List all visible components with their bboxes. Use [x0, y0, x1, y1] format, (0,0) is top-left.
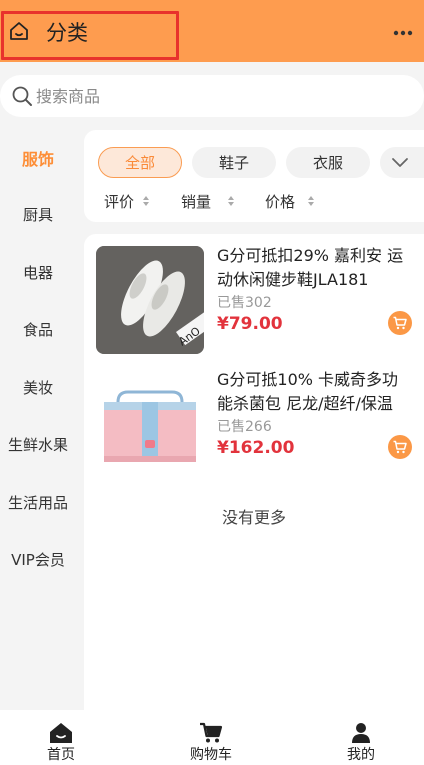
sort-rating-label: 评价 — [104, 192, 135, 211]
sidebar-item-daily-goods[interactable]: 生活用品 — [0, 474, 76, 531]
product-image-sneakers[interactable]: AnO — [96, 246, 204, 354]
product-item[interactable]: G分可抵10% 卡威奇多功能杀菌包 尼龙/超纤/保温 已售266 ¥162.00 — [84, 358, 424, 478]
chevron-down-icon[interactable] — [391, 157, 409, 169]
tab-cart-label: 购物车 — [190, 747, 232, 763]
cart-icon — [393, 316, 407, 330]
sort-sales[interactable]: 销量 — [181, 190, 235, 212]
search-bar[interactable] — [0, 75, 424, 117]
product-title[interactable]: G分可抵10% 卡威奇多功能杀菌包 尼龙/超纤/保温 — [217, 368, 413, 416]
cart-icon — [393, 440, 407, 454]
cart-icon — [200, 722, 223, 743]
page-title: 分类 — [46, 21, 88, 45]
sidebar-item-kitchenware[interactable]: 厨具 — [0, 186, 76, 243]
product-sold-count: 已售302 — [217, 295, 272, 311]
chip-all[interactable]: 全部 — [98, 147, 182, 178]
sidebar-item-apparel[interactable]: 服饰 — [0, 129, 76, 186]
tab-home-label: 首页 — [47, 747, 75, 763]
add-to-cart-button[interactable] — [388, 435, 412, 459]
search-input[interactable] — [36, 83, 396, 109]
product-image-sterilizer-bag[interactable] — [96, 370, 204, 478]
product-list: AnO G分可抵扣29% 嘉利安 运动休闲健步鞋JLA181 已售302 ¥79… — [84, 234, 424, 710]
user-icon — [352, 723, 370, 743]
home-filled-icon — [50, 723, 72, 743]
tab-home[interactable]: 首页 — [16, 710, 106, 765]
sidebar-item-vip[interactable]: VIP会员 — [0, 531, 76, 588]
category-sidebar: 服饰 厨具 电器 食品 美妆 生鲜水果 生活用品 VIP会员 — [0, 128, 84, 710]
tab-profile-label: 我的 — [347, 747, 375, 763]
sidebar-item-cosmetics[interactable]: 美妆 — [0, 359, 76, 416]
sort-price[interactable]: 价格 — [265, 190, 315, 212]
product-sold-count: 已售266 — [217, 419, 272, 435]
sort-rating[interactable]: 评价 — [104, 190, 150, 212]
sort-arrows-icon — [228, 196, 235, 206]
filter-panel: 全部 鞋子 衣服 评价 销量 价格 — [84, 130, 424, 222]
sort-price-label: 价格 — [265, 192, 296, 211]
home-icon[interactable] — [8, 20, 30, 42]
product-price: ¥162.00 — [217, 438, 295, 458]
tab-profile[interactable]: 我的 — [316, 710, 406, 765]
product-item[interactable]: AnO G分可抵扣29% 嘉利安 运动休闲健步鞋JLA181 已售302 ¥79… — [84, 234, 424, 354]
sort-sales-label: 销量 — [181, 192, 212, 211]
tab-cart[interactable]: 购物车 — [166, 710, 256, 765]
sidebar-item-appliances[interactable]: 电器 — [0, 244, 76, 301]
product-title[interactable]: G分可抵扣29% 嘉利安 运动休闲健步鞋JLA181 — [217, 244, 413, 292]
list-end-text: 没有更多 — [221, 508, 286, 527]
chip-clothes[interactable]: 衣服 — [286, 147, 370, 178]
sidebar-item-food[interactable]: 食品 — [0, 301, 76, 358]
chip-shoes[interactable]: 鞋子 — [192, 147, 276, 178]
sort-arrows-icon — [143, 196, 150, 206]
top-header: 分类 — [0, 0, 424, 62]
more-icon[interactable] — [393, 30, 413, 36]
sidebar-item-fresh-fruit[interactable]: 生鲜水果 — [0, 416, 76, 473]
product-price: ¥79.00 — [217, 314, 283, 334]
search-icon — [12, 86, 32, 106]
bottom-tab-bar: 首页 购物车 我的 — [0, 710, 424, 765]
sort-arrows-icon — [308, 196, 315, 206]
add-to-cart-button[interactable] — [388, 311, 412, 335]
